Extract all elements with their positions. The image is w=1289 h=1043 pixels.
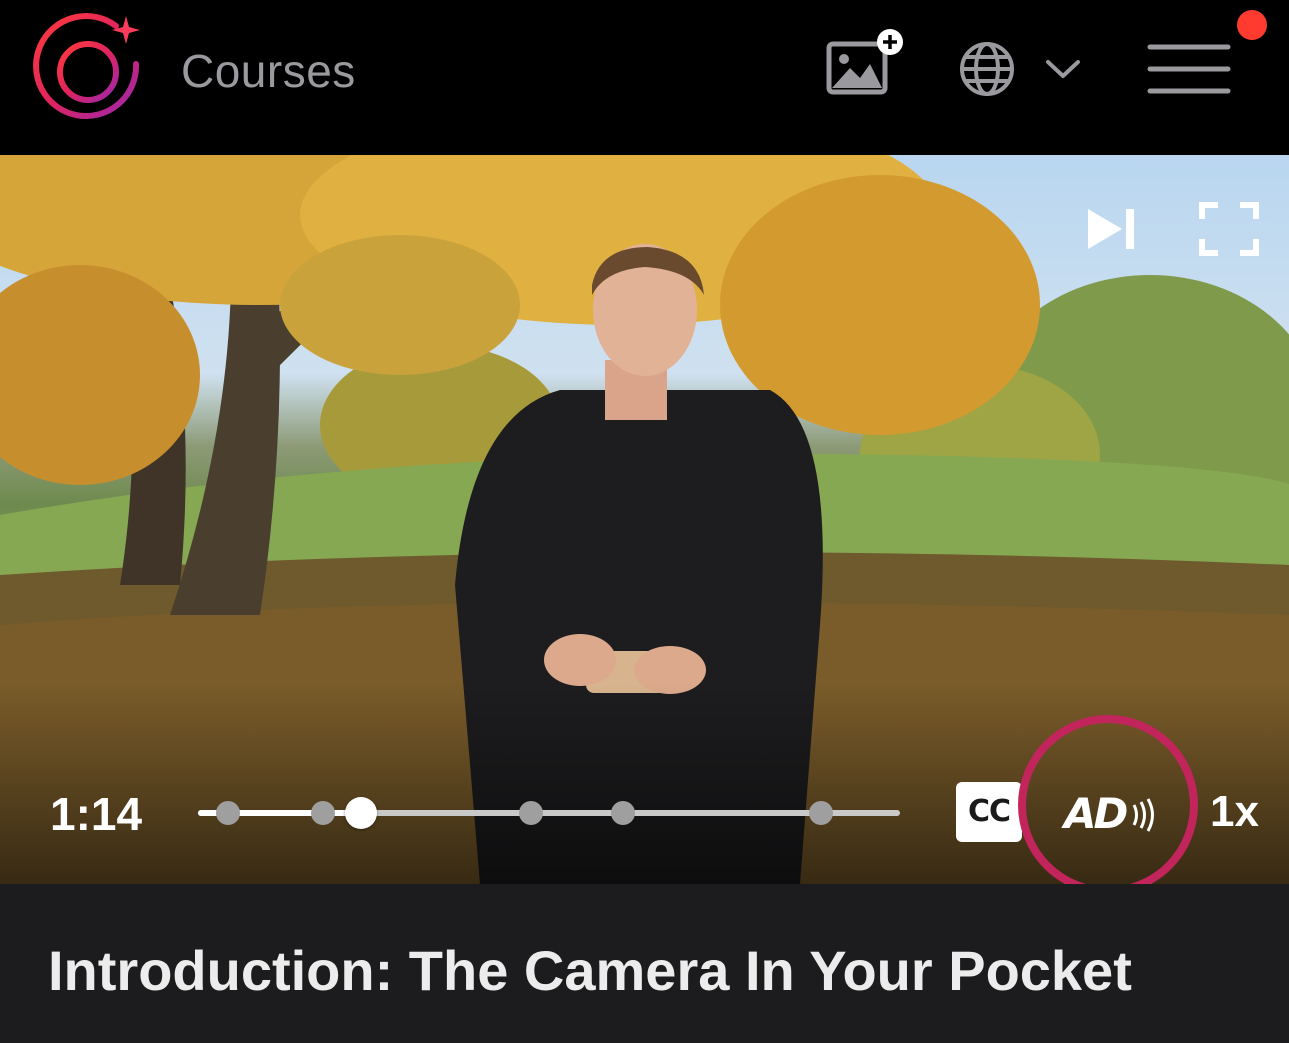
logo-icon[interactable] <box>30 12 146 128</box>
progress-bar[interactable] <box>198 797 900 829</box>
closed-captions-button[interactable]: CC <box>956 782 1022 842</box>
current-time: 1:14 <box>50 788 143 840</box>
brand-title: Courses <box>181 45 356 97</box>
globe-icon[interactable] <box>958 40 1016 98</box>
scrubber-handle[interactable] <box>344 797 377 829</box>
fullscreen-icon[interactable] <box>1198 201 1260 257</box>
skip-next-icon[interactable] <box>1084 205 1140 253</box>
chapter-marker[interactable] <box>610 801 635 825</box>
chapter-marker[interactable] <box>216 801 241 825</box>
top-bar: Courses <box>0 0 1289 155</box>
hamburger-menu-icon[interactable] <box>1146 42 1232 96</box>
video-player[interactable]: 1:14 CC AD 1x <box>0 155 1289 884</box>
lesson-title: Introduction: The Camera In Your Pocket <box>48 939 1132 1002</box>
lesson-info: Introduction: The Camera In Your Pocket <box>0 884 1289 1043</box>
notification-badge <box>1237 10 1267 40</box>
add-image-icon[interactable] <box>826 28 910 100</box>
highlight-ring <box>1018 715 1198 884</box>
chevron-down-icon[interactable] <box>1044 56 1082 82</box>
playback-speed-button[interactable]: 1x <box>1210 787 1259 837</box>
chapter-marker[interactable] <box>310 801 335 825</box>
